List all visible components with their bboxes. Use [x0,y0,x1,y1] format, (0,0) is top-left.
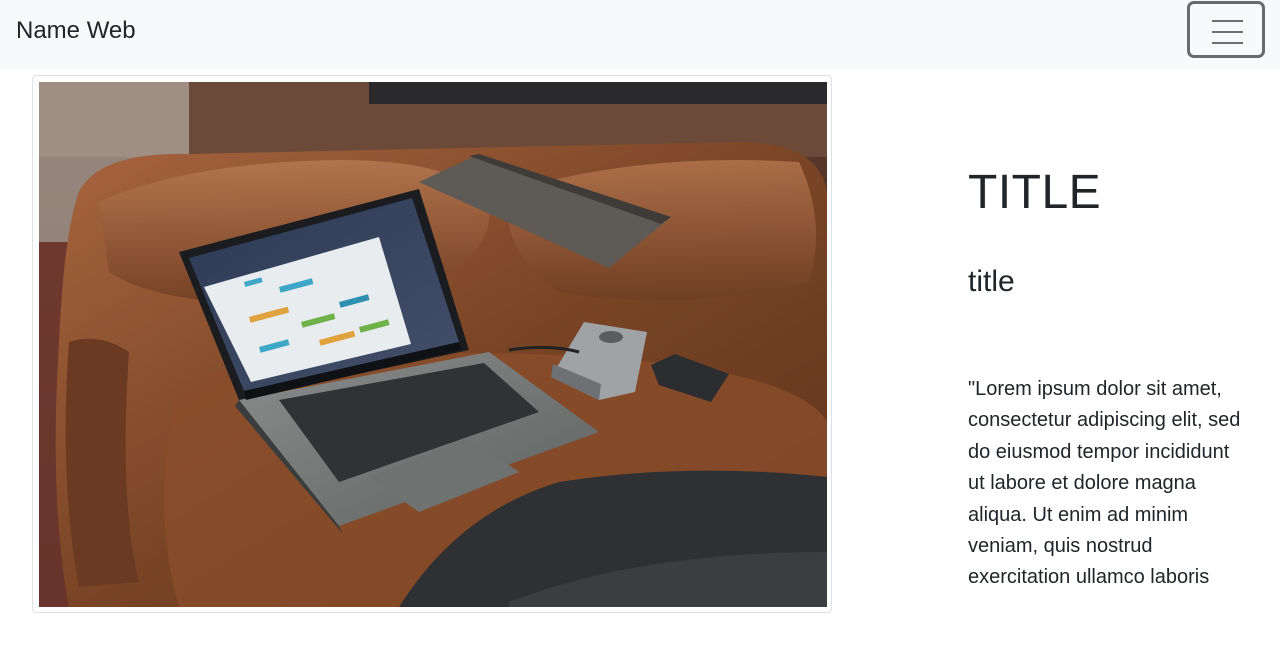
brand-link[interactable]: Name Web [16,16,136,46]
laptop-photo [39,82,827,607]
image-thumbnail [32,75,832,613]
page-title: TITLE [968,166,1102,219]
page-subtitle: title [968,265,1015,298]
navbar-toggler-button[interactable] [1187,1,1265,58]
description-text: "Lorem ipsum dolor sit amet, consectetur… [968,378,1241,589]
navbar: Name Web [0,0,1280,69]
